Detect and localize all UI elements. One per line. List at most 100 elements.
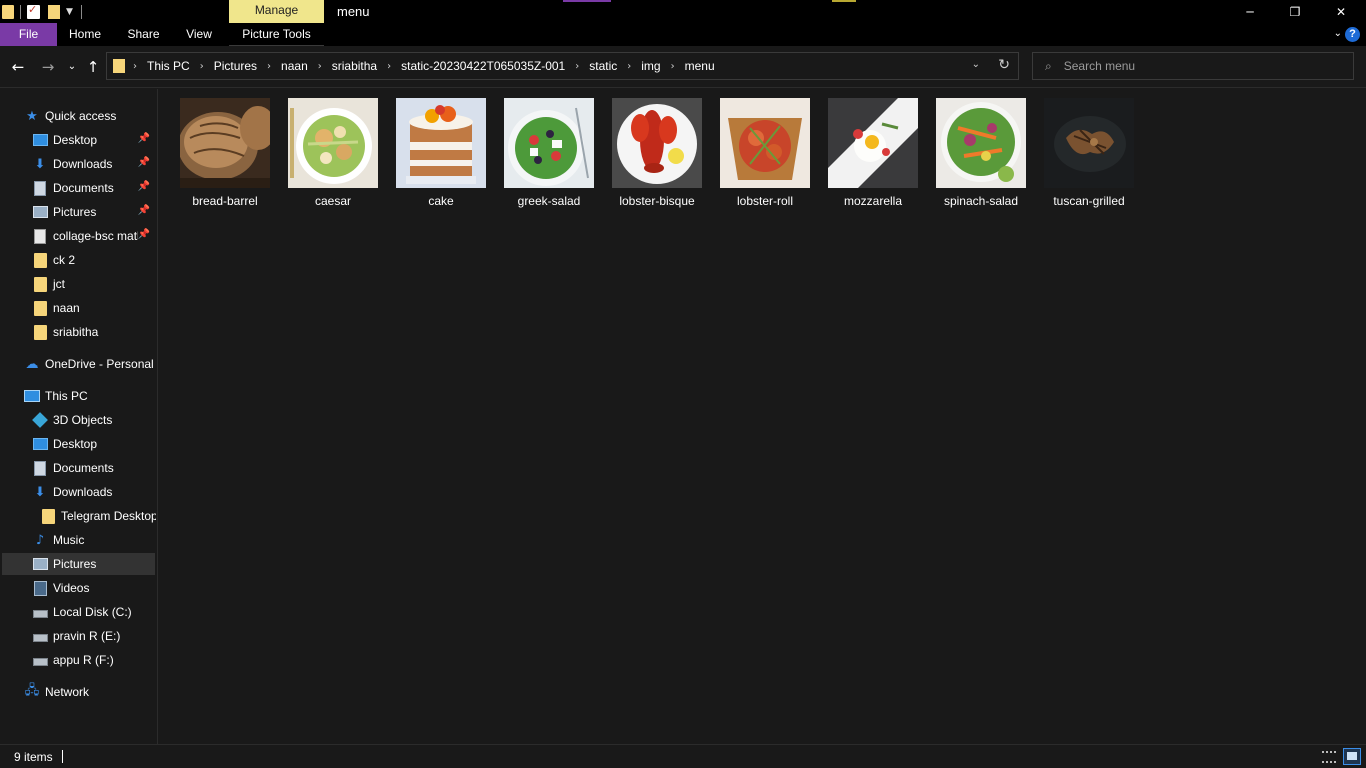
breadcrumb-separator[interactable]: › (627, 61, 631, 72)
tab-picture-tools[interactable]: Picture Tools (229, 23, 324, 46)
toolbar-divider (20, 4, 21, 19)
sidebar-item-drive-e[interactable]: pravin R (E:) (32, 625, 154, 647)
computer-icon (24, 390, 40, 402)
close-button[interactable]: ✕ (1318, 0, 1364, 23)
expand-ribbon-icon[interactable]: ⌄ (1334, 28, 1342, 39)
breadcrumb-separator[interactable]: › (575, 61, 579, 72)
sidebar-item-music[interactable]: ♪ Music (32, 529, 154, 551)
tab-view[interactable]: View (178, 23, 220, 46)
manage-contextual-tab[interactable]: Manage (229, 0, 324, 23)
file-item-cake[interactable]: cake (392, 98, 490, 214)
breadcrumb-static-archive[interactable]: static-20230422T065035Z-001 (401, 59, 565, 73)
sidebar-item-pc-desktop[interactable]: Desktop (32, 433, 154, 455)
sidebar-item-downloads[interactable]: ⬇ Downloads 📌 (32, 153, 154, 175)
file-name: spinach-salad (943, 194, 1019, 208)
forward-button[interactable]: → (38, 57, 58, 77)
sidebar-item-this-pc[interactable]: This PC (24, 385, 154, 407)
file-item-caesar[interactable]: caesar (284, 98, 382, 214)
back-button[interactable]: ← (8, 57, 28, 77)
sidebar-item-documents[interactable]: Documents 📌 (32, 177, 154, 199)
details-view-icon[interactable] (1322, 751, 1336, 763)
pin-icon[interactable]: 📌 (138, 181, 150, 192)
pin-icon[interactable]: 📌 (138, 205, 150, 216)
tab-home[interactable]: Home (62, 23, 108, 46)
sidebar-item-3d-objects[interactable]: 3D Objects (32, 409, 154, 431)
breadcrumb-separator[interactable]: › (671, 61, 675, 72)
tab-file[interactable]: File (0, 23, 57, 46)
sidebar-item-label: pravin R (E:) (53, 629, 121, 643)
file-item-spinach-salad[interactable]: spinach-salad (932, 98, 1030, 214)
sidebar-item-pictures[interactable]: Pictures 📌 (32, 201, 154, 223)
breadcrumb-separator[interactable]: › (387, 61, 391, 72)
search-input[interactable] (1063, 59, 1324, 73)
recent-locations-button[interactable]: ⌄ (62, 57, 82, 77)
restore-button[interactable]: ❐ (1272, 0, 1318, 23)
file-item-lobster-roll[interactable]: lobster-roll (716, 98, 814, 214)
tab-share[interactable]: Share (121, 23, 166, 46)
file-item-greek-salad[interactable]: greek-salad (500, 98, 598, 214)
sidebar-item-network[interactable]: 🖧 Network (24, 681, 154, 703)
file-item-lobster-bisque[interactable]: lobster-bisque (608, 98, 706, 214)
sidebar-item-pc-downloads[interactable]: ⬇ Downloads (32, 481, 154, 503)
new-folder-icon[interactable] (48, 4, 60, 19)
sidebar-item-label: Telegram Desktop (61, 509, 156, 523)
drive-icon (32, 658, 48, 666)
minimize-button[interactable]: ─ (1227, 0, 1273, 23)
sidebar-item-naan[interactable]: naan (32, 297, 154, 319)
properties-icon[interactable] (27, 3, 40, 19)
sidebar-item-label: Documents (53, 181, 114, 195)
breadcrumb-separator[interactable]: › (318, 61, 322, 72)
file-list[interactable]: bread-barrel caesar cake greek-salad lob… (158, 89, 1366, 744)
refresh-button[interactable]: ↻ (998, 57, 1010, 73)
sidebar-item-label: Network (45, 685, 90, 699)
sidebar-item-jct[interactable]: jct (32, 273, 154, 295)
pin-icon[interactable]: 📌 (137, 229, 150, 240)
image-thumbnail (1044, 98, 1134, 188)
breadcrumb-img[interactable]: img (641, 59, 660, 73)
sidebar-item-drive-f[interactable]: appu R (F:) (32, 649, 154, 671)
breadcrumb-naan[interactable]: naan (281, 59, 308, 73)
sidebar-item-label: Videos (53, 581, 90, 595)
sidebar-item-sriabitha[interactable]: sriabitha (32, 321, 154, 343)
file-name: greek-salad (517, 194, 581, 208)
address-bar[interactable]: › This PC › Pictures › naan › sriabitha … (106, 52, 1019, 80)
customize-toolbar-icon[interactable]: ▼ (66, 7, 73, 17)
address-history-dropdown[interactable]: ⌄ (972, 59, 980, 70)
sidebar-item-ck2[interactable]: ck 2 (32, 249, 154, 271)
large-icons-view-icon[interactable] (1343, 748, 1361, 765)
sidebar-item-pc-documents[interactable]: Documents (32, 457, 154, 479)
sidebar-item-local-disk-c[interactable]: Local Disk (C:) (32, 601, 154, 623)
file-item-mozzarella[interactable]: mozzarella (824, 98, 922, 214)
file-item-bread-barrel[interactable]: bread-barrel (176, 98, 274, 214)
breadcrumb-separator[interactable]: › (133, 61, 137, 72)
file-item-tuscan-grilled[interactable]: tuscan-grilled (1040, 98, 1138, 214)
up-button[interactable]: ↑ (83, 57, 103, 77)
sidebar-item-pc-pictures[interactable]: Pictures (2, 553, 155, 575)
navigation-pane[interactable]: ★ Quick access Desktop 📌 ⬇ Downloads 📌 D… (0, 89, 158, 744)
document-icon (34, 180, 46, 196)
breadcrumb-this-pc[interactable]: This PC (147, 59, 190, 73)
ribbon-tabs: File Home Share View Picture Tools ⌄ ? (0, 23, 1366, 46)
folder-icon (33, 252, 47, 268)
folder-icon (33, 324, 47, 340)
sidebar-item-videos[interactable]: Videos (32, 577, 154, 599)
pin-icon[interactable]: 📌 (138, 157, 150, 168)
sidebar-item-label: Downloads (53, 485, 113, 499)
sidebar-item-label: ck 2 (53, 253, 76, 267)
breadcrumb-separator[interactable]: › (200, 61, 204, 72)
sidebar-item-onedrive[interactable]: ☁ OneDrive - Personal (24, 353, 154, 375)
sidebar-item-label: Desktop (53, 133, 98, 147)
sidebar-item-collage[interactable]: collage-bsc matl 📌 (32, 225, 154, 247)
help-icon[interactable]: ? (1345, 27, 1360, 42)
sidebar-item-desktop[interactable]: Desktop 📌 (32, 129, 154, 151)
sidebar-item-quick-access[interactable]: ★ Quick access (24, 105, 154, 127)
breadcrumb-pictures[interactable]: Pictures (214, 59, 257, 73)
search-box[interactable]: ⌕ (1032, 52, 1354, 80)
sidebar-item-telegram-desktop[interactable]: Telegram Desktop (40, 505, 156, 527)
breadcrumb-static[interactable]: static (589, 59, 617, 73)
desktop-icon (32, 134, 48, 146)
breadcrumb-separator[interactable]: › (267, 61, 271, 72)
breadcrumb-menu[interactable]: menu (685, 59, 715, 73)
pin-icon[interactable]: 📌 (138, 133, 150, 144)
breadcrumb-sriabitha[interactable]: sriabitha (332, 59, 377, 73)
